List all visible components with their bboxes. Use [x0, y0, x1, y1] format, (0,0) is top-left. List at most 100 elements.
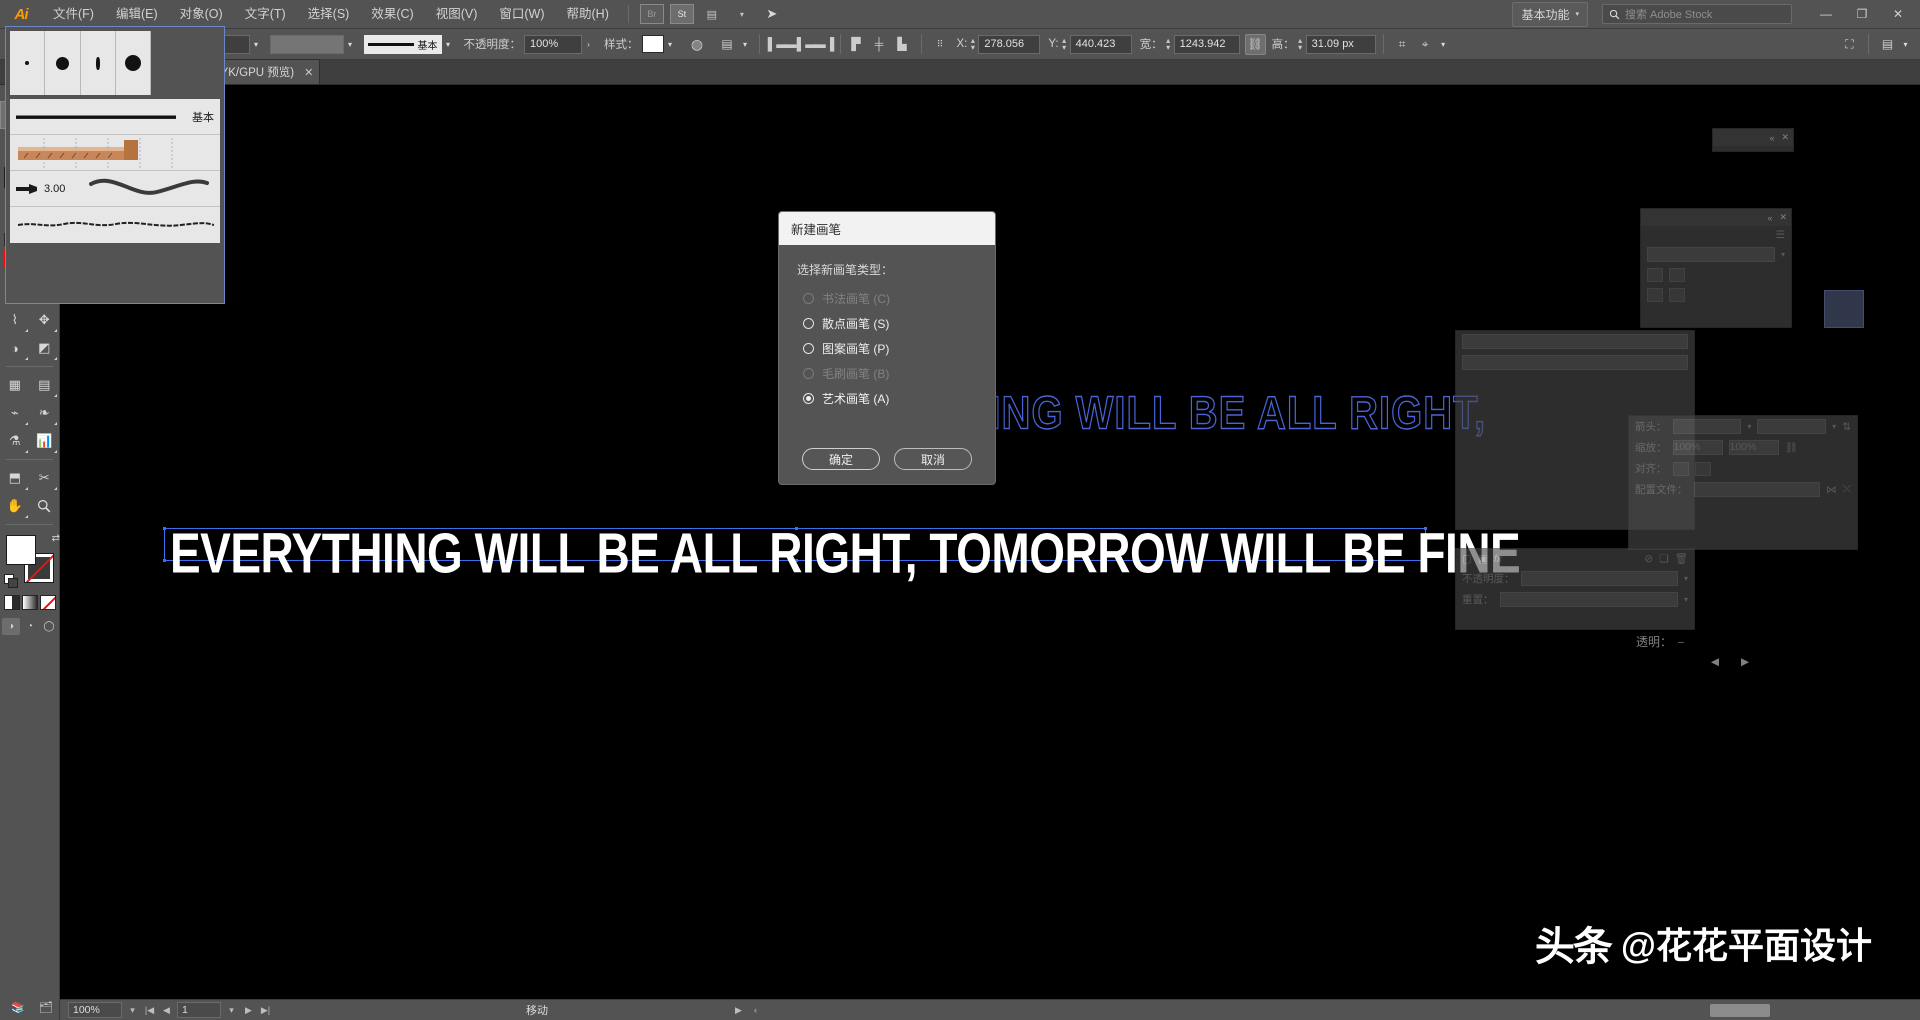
preview-mode-icon[interactable]: ⛶: [1839, 34, 1860, 55]
menu-view[interactable]: 视图(V): [425, 0, 489, 29]
cancel-button[interactable]: 取消: [894, 448, 972, 470]
free-transform-tool[interactable]: ✥: [30, 306, 60, 334]
ghost-button[interactable]: [1647, 268, 1663, 282]
brush-item[interactable]: [45, 31, 81, 95]
scale-end-field[interactable]: 100%: [1728, 440, 1779, 455]
swap-fill-stroke-icon[interactable]: ⇄: [52, 533, 60, 544]
link-scales-icon[interactable]: ⛓: [1785, 441, 1798, 454]
duplicate-item-icon[interactable]: ❏: [1659, 553, 1668, 565]
chevron-down-icon[interactable]: ▾: [1684, 595, 1688, 604]
gradient-tool[interactable]: ▤: [30, 371, 60, 399]
next-icon[interactable]: ▶: [1741, 656, 1749, 668]
none-button[interactable]: [40, 595, 56, 610]
align-center-horizontal-icon[interactable]: ▬▌▬: [785, 34, 818, 55]
brush-item[interactable]: [10, 31, 46, 95]
y-stepper[interactable]: ▴ ▾: [1059, 37, 1070, 52]
ok-button[interactable]: 确定: [802, 448, 880, 470]
ghost-select[interactable]: [1647, 247, 1775, 262]
menu-type[interactable]: 文字(T): [234, 0, 297, 29]
align-adjust-icon[interactable]: [1694, 461, 1711, 476]
opacity-flyout-icon[interactable]: ›: [582, 35, 595, 53]
menu-file[interactable]: 文件(F): [42, 0, 105, 29]
panel-menu-icon[interactable]: ☰: [1776, 229, 1785, 241]
collapse-icon[interactable]: «: [1767, 213, 1772, 223]
add-new-effect-icon[interactable]: fx: [1494, 553, 1502, 565]
chevron-down-icon[interactable]: ▾: [730, 4, 754, 24]
chevron-down-icon[interactable]: ▾: [1781, 250, 1785, 259]
artboard-tool[interactable]: ⬒: [0, 464, 30, 492]
ghost-button[interactable]: [1669, 288, 1685, 302]
ghost-button[interactable]: [1669, 268, 1685, 282]
width-tool[interactable]: ⌇: [0, 306, 30, 334]
y-field[interactable]: 440.423: [1069, 34, 1132, 54]
libraries-icon[interactable]: 🗂: [39, 1001, 53, 1014]
zoom-tool[interactable]: [30, 492, 60, 520]
ghost-field[interactable]: [1462, 355, 1688, 370]
ghost-button[interactable]: [1647, 288, 1663, 302]
align-extend-icon[interactable]: [1672, 461, 1689, 476]
stock-icon[interactable]: St: [669, 4, 694, 24]
link-proportions-icon[interactable]: ⛓: [1244, 33, 1266, 55]
x-field[interactable]: 278.056: [978, 34, 1041, 54]
close-button[interactable]: ✕: [1880, 1, 1916, 27]
close-icon[interactable]: ✕: [1779, 212, 1787, 223]
delete-item-icon[interactable]: 🗑: [1675, 552, 1688, 565]
reset-select[interactable]: [1499, 592, 1678, 607]
chevron-down-icon[interactable]: ▾: [1437, 35, 1450, 53]
chevron-down-icon[interactable]: ▾: [250, 35, 263, 53]
variable-width-profile[interactable]: [269, 34, 344, 54]
menu-effect[interactable]: 效果(C): [360, 0, 424, 29]
align-center-vertical-icon[interactable]: ╪: [869, 34, 890, 55]
restore-button[interactable]: ❐: [1844, 1, 1880, 27]
brushes-list[interactable]: 基本 3.00: [5, 26, 225, 304]
fill-and-stroke-control[interactable]: ⇄: [4, 533, 60, 588]
flip-across-icon[interactable]: ⤬: [1843, 483, 1851, 496]
mesh-tool[interactable]: ▦: [0, 371, 30, 399]
opacity-field[interactable]: 100%: [524, 34, 582, 54]
perspective-grid-tool[interactable]: ◩: [30, 334, 60, 362]
height-stepper[interactable]: ▴ ▾: [1295, 37, 1306, 52]
gradient-button[interactable]: [22, 595, 38, 610]
brush-item[interactable]: [81, 31, 116, 95]
arrange-documents-icon[interactable]: ▤: [700, 4, 724, 24]
opacity-select[interactable]: [1520, 571, 1678, 586]
transform-reference-point-icon[interactable]: ⠿: [930, 34, 951, 55]
previous-icon[interactable]: ◀: [1711, 656, 1719, 668]
isolate-selected-object-icon[interactable]: ⌗: [1392, 34, 1413, 55]
close-icon[interactable]: ✕: [1781, 132, 1789, 143]
chevron-down-icon[interactable]: ▾: [739, 35, 752, 53]
width-field[interactable]: 1243.942: [1173, 34, 1240, 54]
chevron-down-icon[interactable]: ▾: [1747, 422, 1751, 431]
brush-libraries-menu-icon[interactable]: 📚: [11, 1001, 25, 1014]
artboard-number-field[interactable]: 1: [177, 1002, 221, 1018]
color-button[interactable]: [4, 595, 20, 610]
width-stepper[interactable]: ▴ ▾: [1163, 37, 1174, 52]
graphic-style-swatch[interactable]: [641, 35, 664, 53]
chevron-down-icon[interactable]: ▾: [225, 1005, 238, 1016]
drawing-mode-normal-icon[interactable]: ◑: [2, 618, 20, 635]
arrow-start-select[interactable]: [1672, 419, 1742, 434]
menu-edit[interactable]: 编辑(E): [105, 0, 169, 29]
menu-window[interactable]: 窗口(W): [488, 0, 555, 29]
chevron-down-icon[interactable]: ▾: [442, 35, 455, 53]
x-stepper[interactable]: ▴ ▾: [967, 37, 978, 52]
bird-icon[interactable]: ➤: [760, 4, 784, 24]
brush-row-bristle[interactable]: 3.00: [10, 171, 220, 207]
profile-select[interactable]: [1693, 482, 1821, 497]
radio-icon[interactable]: [803, 343, 814, 354]
radio-scatter-brush[interactable]: 散点画笔 (S): [803, 315, 995, 332]
arrow-end-select[interactable]: [1757, 419, 1827, 434]
document-setup-icon[interactable]: ▤: [717, 34, 738, 55]
previous-artboard-icon[interactable]: ◀: [160, 1005, 173, 1016]
search-input[interactable]: 搜索 Adobe Stock: [1602, 4, 1792, 24]
recolor-artwork-icon[interactable]: ◍: [687, 34, 708, 55]
chevron-down-icon[interactable]: ▾: [1832, 422, 1836, 431]
radio-art-brush[interactable]: 艺术画笔 (A): [803, 390, 995, 407]
symbol-sprayer-tool[interactable]: ⚗: [0, 427, 30, 455]
shape-builder-tool[interactable]: ◑: [0, 334, 30, 362]
close-icon[interactable]: ✕: [304, 66, 313, 79]
ghost-field[interactable]: [1462, 334, 1688, 349]
status-resize-icon[interactable]: ‹: [749, 1005, 762, 1015]
align-bottom-icon[interactable]: ▙: [892, 34, 913, 55]
swap-arrows-icon[interactable]: ⇅: [1842, 421, 1851, 433]
